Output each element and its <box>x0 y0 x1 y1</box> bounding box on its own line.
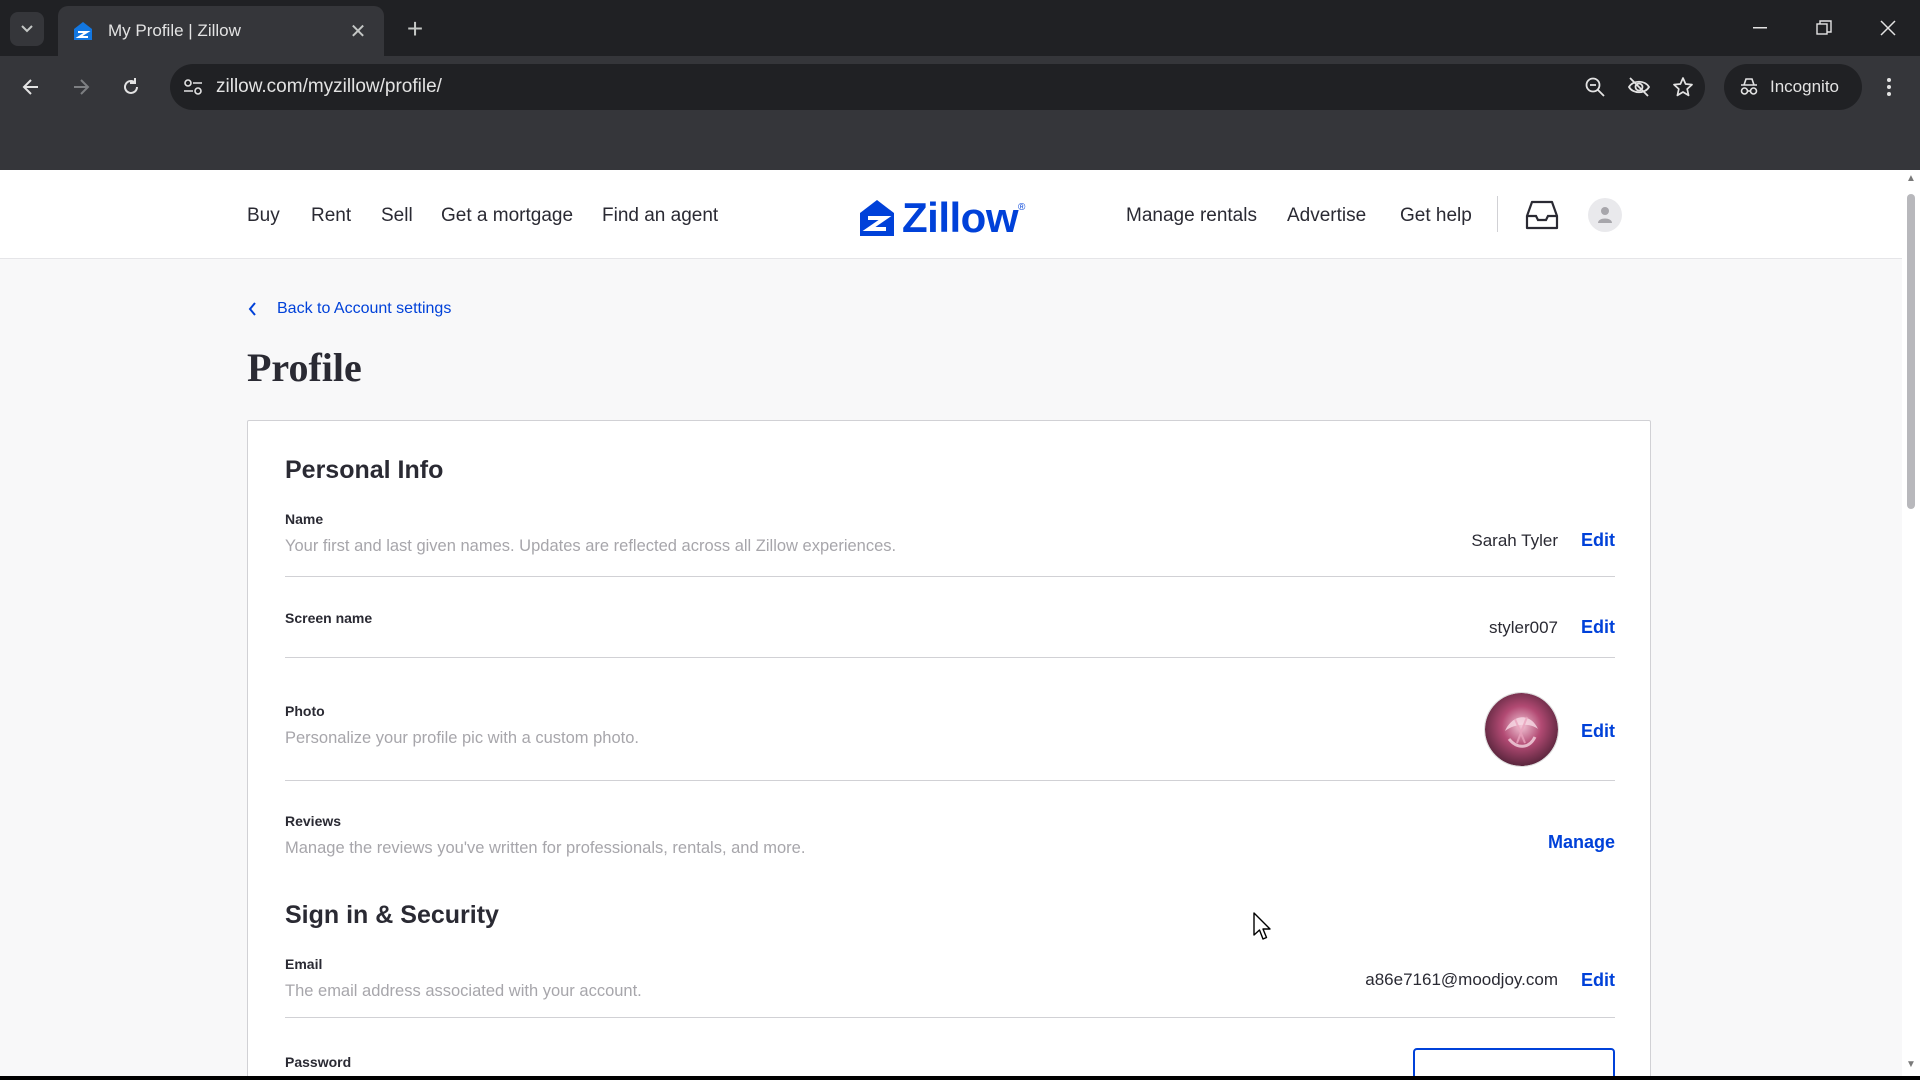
scroll-down-icon[interactable]: ▼ <box>1906 1060 1916 1070</box>
edit-name-button[interactable]: Edit <box>1581 530 1615 551</box>
screen-name-label: Screen name <box>285 610 373 626</box>
browser-tabstrip: My Profile | Zillow ✕ + <box>0 0 1920 56</box>
nav-find-an-agent[interactable]: Find an agent <box>602 205 718 227</box>
logo-registered: ® <box>1018 202 1026 213</box>
nav-get-a-mortgage[interactable]: Get a mortgage <box>441 205 573 227</box>
reviews-label: Reviews <box>285 813 342 829</box>
tab-search-icon[interactable] <box>10 12 44 46</box>
tab-title: My Profile | Zillow <box>108 21 241 40</box>
url-text[interactable]: zillow.com/myzillow/profile/ <box>216 76 1573 98</box>
restore-icon[interactable] <box>1800 8 1848 48</box>
edit-photo-button[interactable]: Edit <box>1581 721 1615 742</box>
address-bar[interactable]: zillow.com/myzillow/profile/ <box>170 64 1705 110</box>
page-content: Buy Rent Sell Get a mortgage Find an age… <box>0 170 1902 1076</box>
chevron-left-icon <box>248 302 256 316</box>
screen-name-value: styler007 <box>1489 618 1558 637</box>
name-value: Sarah Tyler <box>1471 531 1558 550</box>
zillow-logo-icon <box>860 200 894 236</box>
close-icon[interactable]: ✕ <box>346 19 370 44</box>
zoom-icon[interactable] <box>1573 76 1617 98</box>
email-label: Email <box>285 956 323 972</box>
divider <box>285 576 1615 577</box>
browser-toolbar: zillow.com/myzillow/profile/ Incognito <box>0 56 1920 118</box>
edit-screen-name-button[interactable]: Edit <box>1581 617 1615 638</box>
divider <box>285 780 1615 781</box>
zillow-logo[interactable]: Zillow ® <box>858 194 1026 241</box>
email-description: The email address associated with your a… <box>285 982 642 1000</box>
header-divider <box>1497 196 1498 232</box>
nav-get-help[interactable]: Get help <box>1400 205 1472 227</box>
personal-info-heading: Personal Info <box>285 456 444 484</box>
nav-sell[interactable]: Sell <box>381 205 413 227</box>
plus-icon[interactable]: + <box>398 12 432 46</box>
manage-reviews-button[interactable]: Manage <box>1548 832 1615 853</box>
profile-photo <box>1485 693 1558 766</box>
divider <box>285 1017 1615 1018</box>
back-link-label: Back to Account settings <box>277 300 452 317</box>
photo-description: Personalize your profile pic with a cust… <box>285 729 640 747</box>
name-description: Your first and last given names. Updates… <box>285 537 897 555</box>
photo-label: Photo <box>285 703 325 719</box>
user-avatar-icon[interactable] <box>1588 198 1622 232</box>
name-label: Name <box>285 511 324 527</box>
nav-advertise[interactable]: Advertise <box>1287 205 1366 227</box>
profile-card: Personal Info Name Your first and last g… <box>247 420 1651 1076</box>
reviews-description: Manage the reviews you've written for pr… <box>285 839 806 857</box>
nav-manage-rentals[interactable]: Manage rentals <box>1126 205 1257 227</box>
window-close-icon[interactable] <box>1864 8 1912 48</box>
edit-email-button[interactable]: Edit <box>1581 970 1615 991</box>
inbox-icon[interactable] <box>1524 198 1560 232</box>
nav-buy[interactable]: Buy <box>247 205 280 227</box>
bookmarks-area <box>0 118 1920 170</box>
page-title: Profile <box>247 345 362 390</box>
page-scrollbar[interactable]: ▲ ▼ <box>1902 170 1920 1076</box>
site-header: Buy Rent Sell Get a mortgage Find an age… <box>0 170 1902 259</box>
menu-dots-icon[interactable] <box>1872 70 1906 104</box>
back-arrow-icon[interactable] <box>12 68 50 106</box>
mouse-cursor-icon <box>1253 912 1271 940</box>
reload-icon[interactable] <box>112 68 150 106</box>
divider <box>285 657 1615 658</box>
incognito-label: Incognito <box>1770 77 1839 96</box>
incognito-indicator[interactable]: Incognito <box>1724 64 1862 110</box>
email-value: a86e7161@moodjoy.com <box>1365 970 1558 989</box>
incognito-icon <box>1740 78 1758 95</box>
forward-arrow-icon[interactable] <box>62 68 100 106</box>
scrollbar-thumb[interactable] <box>1907 194 1915 509</box>
eye-off-icon[interactable] <box>1617 76 1661 98</box>
star-icon[interactable] <box>1661 76 1705 98</box>
site-settings-icon[interactable] <box>170 78 216 96</box>
password-label: Password <box>285 1054 352 1070</box>
change-password-button[interactable] <box>1413 1048 1615 1076</box>
browser-tab[interactable]: My Profile | Zillow ✕ <box>58 6 384 56</box>
scroll-up-icon[interactable]: ▲ <box>1906 174 1916 184</box>
logo-wordmark: Zillow <box>902 194 1019 241</box>
nav-rent[interactable]: Rent <box>311 205 351 227</box>
sign-in-security-heading: Sign in & Security <box>285 901 499 929</box>
back-to-account-settings-link[interactable]: Back to Account settings <box>248 300 451 318</box>
zillow-favicon-icon <box>74 22 92 40</box>
minimize-icon[interactable] <box>1736 8 1784 48</box>
